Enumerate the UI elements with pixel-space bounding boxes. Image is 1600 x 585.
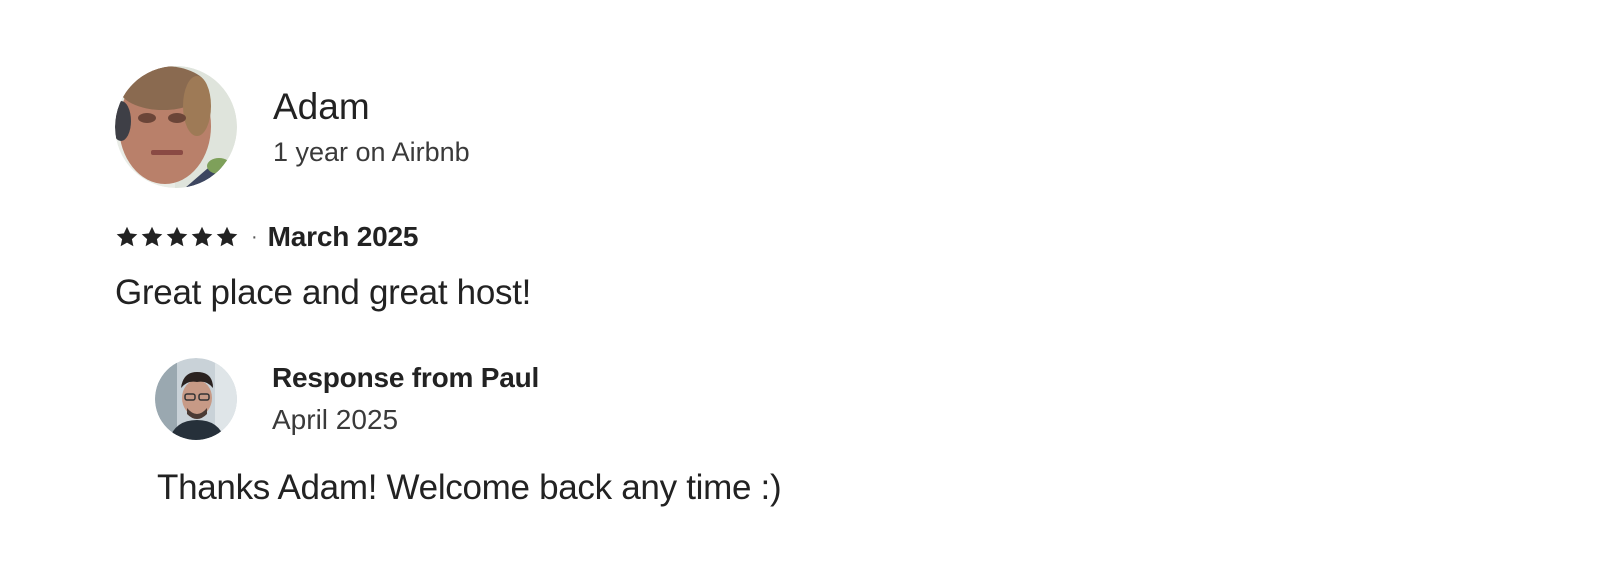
response-title: Response from Paul xyxy=(272,362,540,393)
response-date: April 2025 xyxy=(272,404,399,435)
review-date: March 2025 xyxy=(267,221,419,252)
host-photo-icon xyxy=(155,358,237,440)
reviewer-photo-icon xyxy=(115,66,237,188)
reviewer-tenure: 1 year on Airbnb xyxy=(273,137,470,167)
star-icon xyxy=(141,226,163,247)
reviewer-header: Adam 1 year on Airbnb xyxy=(115,66,470,188)
host-response-header: Response from Paul April 2025 xyxy=(155,358,539,440)
reviewer-info: Adam 1 year on Airbnb xyxy=(273,85,470,169)
reviewer-name[interactable]: Adam xyxy=(273,85,470,129)
review-meta: · March 2025 xyxy=(115,219,418,255)
star-icon xyxy=(116,226,138,247)
review-card: Adam 1 year on Airbnb · March 2025 Great… xyxy=(0,0,1600,585)
reviewer-avatar[interactable] xyxy=(115,66,237,188)
star-icon xyxy=(166,226,188,247)
host-response-info: Response from Paul April 2025 xyxy=(272,360,539,438)
host-response-text: Thanks Adam! Welcome back any time :) xyxy=(157,468,782,507)
star-rating xyxy=(115,225,239,249)
meta-separator: · xyxy=(251,225,258,248)
star-icon xyxy=(216,226,238,247)
review-text: Great place and great host! xyxy=(115,273,532,312)
host-avatar[interactable] xyxy=(155,358,237,440)
star-icon xyxy=(191,226,213,247)
